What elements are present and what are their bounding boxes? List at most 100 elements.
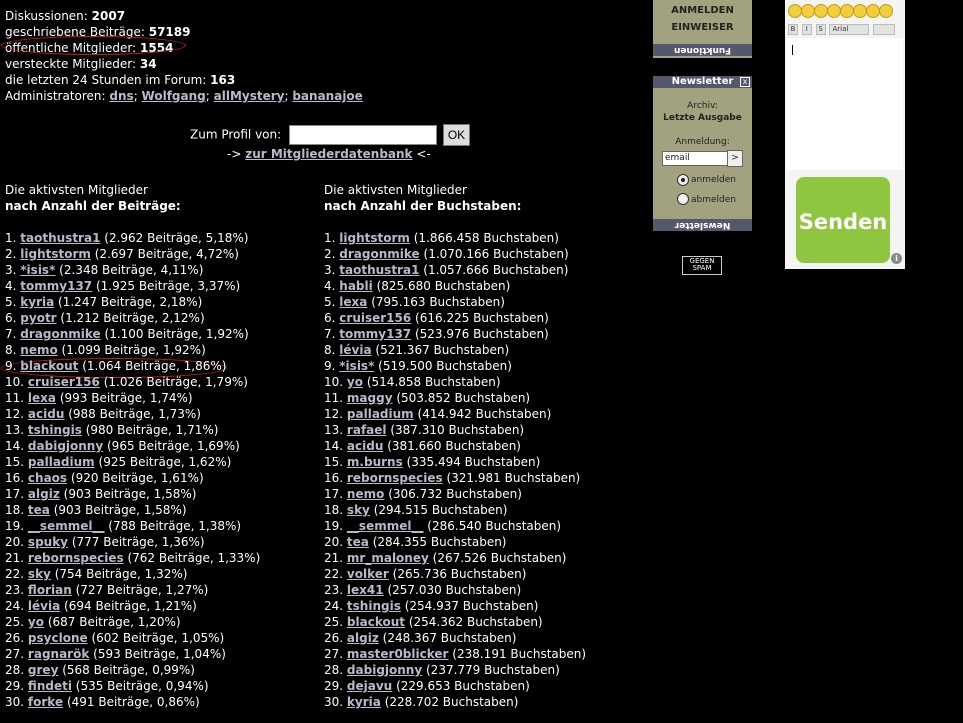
newsletter-tab[interactable]: Newsletter [653, 219, 752, 231]
member-link[interactable]: rafael [347, 423, 387, 437]
smiley-icon[interactable] [827, 4, 841, 18]
smiley-icon[interactable] [866, 4, 880, 18]
member-link[interactable]: lévia [339, 343, 371, 357]
member-link[interactable]: blackout [347, 615, 405, 629]
latest-issue-link[interactable]: Letzte Ausgabe [653, 113, 752, 123]
member-link[interactable]: tommy137 [20, 279, 92, 293]
admin-link[interactable]: bananajoe [292, 89, 362, 103]
member-link[interactable]: rebornspecies [347, 471, 443, 485]
smiley-icon[interactable] [879, 4, 893, 18]
admin-link[interactable]: dns [109, 89, 133, 103]
member-link[interactable]: palladium [347, 407, 414, 421]
stat-last-24h: die letzten 24 Stunden im Forum: 163 [5, 73, 236, 87]
member-link[interactable]: dragonmike [20, 327, 100, 341]
member-link[interactable]: forke [28, 695, 63, 709]
member-link[interactable]: nemo [20, 343, 57, 357]
member-link[interactable]: dejavu [347, 679, 392, 693]
member-link[interactable]: lightstorm [20, 247, 91, 261]
member-link[interactable]: findeti [28, 679, 72, 693]
member-link[interactable]: nemo [347, 487, 384, 501]
smiley-icon[interactable] [840, 4, 854, 18]
member-stat: (993 Beiträge, 1,74%) [59, 391, 193, 405]
newsletter-email-input[interactable]: email [662, 151, 728, 166]
member-link[interactable]: sky [347, 503, 370, 517]
member-link[interactable]: spuky [28, 535, 68, 549]
smiley-icon[interactable] [814, 4, 828, 18]
newsletter-submit-button[interactable]: > [727, 150, 743, 167]
member-link[interactable]: volker [347, 567, 389, 581]
member-link[interactable]: taothustra1 [20, 231, 100, 245]
member-link[interactable]: mr_maloney [347, 551, 429, 565]
member-link[interactable]: lightstorm [339, 231, 410, 245]
info-icon[interactable]: i [891, 253, 902, 264]
member-link[interactable]: *isis* [20, 263, 55, 277]
unsubscribe-radio[interactable] [677, 193, 689, 205]
member-link[interactable]: tshingis [347, 599, 401, 613]
member-link[interactable]: habli [339, 279, 372, 293]
member-link[interactable]: master0blicker [347, 647, 449, 661]
strike-button[interactable]: S [815, 24, 826, 35]
rank-number: 17. [5, 487, 25, 501]
member-link[interactable]: dabigjonny [28, 439, 103, 453]
member-link[interactable]: ragnarök [28, 647, 89, 661]
member-link[interactable]: pyotr [20, 311, 56, 325]
member-link[interactable]: grey [28, 663, 58, 677]
member-link[interactable]: tshingis [28, 423, 82, 437]
member-link[interactable]: taothustra1 [339, 263, 419, 277]
size-select[interactable] [873, 24, 896, 35]
member-link[interactable]: yo [347, 375, 363, 389]
member-link[interactable]: lex41 [347, 583, 384, 597]
member-link[interactable]: dabigjonny [347, 663, 422, 677]
send-button[interactable]: Senden [796, 177, 890, 263]
member-link[interactable]: tea [347, 535, 369, 549]
admin-link[interactable]: allMystery [214, 89, 285, 103]
profile-ok-button[interactable]: OK [442, 124, 471, 146]
member-link[interactable]: rebornspecies [28, 551, 124, 565]
member-link[interactable]: lexa [339, 295, 367, 309]
member-link[interactable]: yo [28, 615, 44, 629]
rank-number: 22. [5, 567, 25, 581]
guide-link[interactable]: EINWEISER [653, 19, 752, 36]
profile-search-input[interactable] [289, 125, 437, 145]
member-link[interactable]: florian [28, 583, 72, 597]
subscribe-radio[interactable] [677, 174, 689, 186]
font-select[interactable]: Arial [829, 24, 870, 35]
member-link[interactable]: dragonmike [339, 247, 419, 261]
member-link[interactable]: acidu [347, 439, 383, 453]
member-link[interactable]: __semmel__ [28, 519, 105, 533]
member-link[interactable]: *isis* [339, 359, 374, 373]
admin-link[interactable]: Wolfgang [142, 89, 206, 103]
member-link[interactable]: chaos [28, 471, 67, 485]
member-link[interactable]: maggy [347, 391, 393, 405]
member-link[interactable]: lévia [28, 599, 60, 613]
member-link[interactable]: psyclone [28, 631, 88, 645]
member-link[interactable]: kyria [347, 695, 381, 709]
stat-discussions: Diskussionen: 2007 [5, 9, 126, 23]
login-link[interactable]: ANMELDEN [653, 2, 752, 19]
close-icon[interactable]: x [740, 77, 750, 87]
member-database-link[interactable]: zur Mitgliederdatenbank [245, 147, 412, 161]
member-link[interactable]: cruiser156 [28, 375, 100, 389]
member-link[interactable]: acidu [28, 407, 64, 421]
member-link[interactable]: tommy137 [339, 327, 411, 341]
member-link[interactable]: tea [28, 503, 50, 517]
member-link[interactable]: sky [28, 567, 51, 581]
smiley-icon[interactable] [788, 4, 802, 18]
member-link[interactable]: palladium [28, 455, 95, 469]
member-link[interactable]: algiz [28, 487, 60, 501]
member-link[interactable]: m.burns [347, 455, 403, 469]
member-link[interactable]: algiz [347, 631, 379, 645]
member-link[interactable]: lexa [28, 391, 56, 405]
list-item: 13. rafael (387.310 Buchstaben) [324, 422, 586, 438]
message-textarea[interactable] [786, 38, 903, 170]
bold-button[interactable]: B [788, 24, 798, 35]
member-link[interactable]: __semmel__ [347, 519, 424, 533]
member-link[interactable]: cruiser156 [339, 311, 411, 325]
italic-button[interactable]: I [801, 24, 812, 35]
smiley-icon[interactable] [853, 4, 867, 18]
member-link[interactable]: blackout [20, 359, 78, 373]
smiley-icon[interactable] [801, 4, 815, 18]
member-link[interactable]: kyria [20, 295, 54, 309]
message-editor: B I S Arial Senden i [785, 0, 905, 269]
functions-tab[interactable]: Funktionen [653, 44, 752, 56]
